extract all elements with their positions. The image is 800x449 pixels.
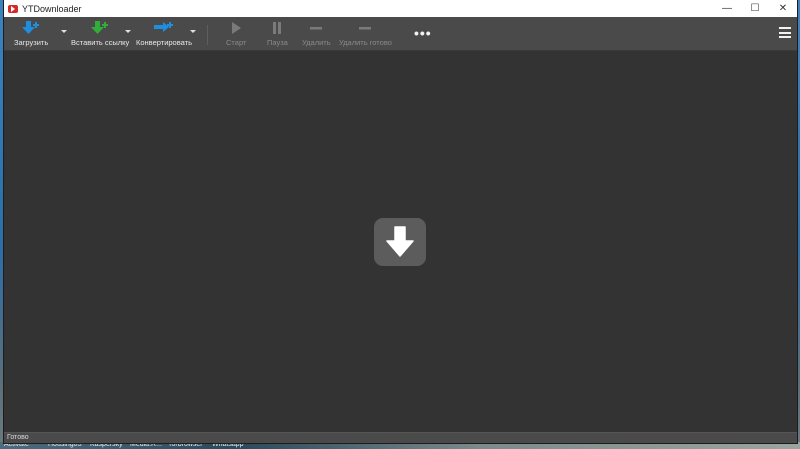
downloads-area[interactable]: [4, 51, 797, 433]
download-button[interactable]: Загрузить: [14, 20, 48, 47]
minus-icon: [357, 20, 373, 36]
minus-icon: [308, 20, 324, 36]
play-icon: [229, 20, 243, 36]
title-bar[interactable]: YTDownloader — ☐ ✕: [4, 0, 797, 17]
drop-target[interactable]: [374, 218, 426, 266]
pause-button[interactable]: Пауза: [267, 20, 288, 47]
toolbar-divider: [207, 25, 208, 45]
app-window: YTDownloader — ☐ ✕ Загрузить Вставить сс…: [4, 0, 797, 443]
download-dropdown-chevron-icon[interactable]: [61, 30, 67, 33]
status-bar: Готово: [4, 432, 797, 443]
download-button-label: Загрузить: [14, 38, 49, 47]
window-controls: — ☐ ✕: [713, 0, 797, 17]
paste-link-dropdown-chevron-icon[interactable]: [125, 30, 131, 33]
start-button[interactable]: Старт: [226, 20, 246, 47]
pause-icon: [270, 20, 284, 36]
convert-button[interactable]: Конвертировать: [136, 20, 192, 47]
paste-link-button-label: Вставить ссылку: [71, 38, 130, 47]
convert-dropdown-chevron-icon[interactable]: [190, 30, 196, 33]
delete-done-button[interactable]: Удалить готово: [339, 20, 392, 47]
convert-icon: [152, 20, 176, 36]
maximize-button[interactable]: ☐: [741, 0, 769, 17]
start-button-label: Старт: [226, 38, 247, 47]
toolbar: Загрузить Вставить ссылку Конвертировать…: [4, 17, 797, 51]
download-arrow-icon: [386, 226, 414, 257]
taskbar: Activate Housing05 Kaspersky Media.R... …: [0, 441, 800, 449]
paste-link-button[interactable]: Вставить ссылку: [71, 20, 129, 47]
pause-button-label: Пауза: [267, 38, 288, 47]
delete-button[interactable]: Удалить: [302, 20, 331, 47]
youtube-app-icon: [8, 4, 18, 13]
window-title: YTDownloader: [22, 3, 82, 14]
status-text: Готово: [7, 434, 29, 441]
minimize-button[interactable]: —: [713, 0, 741, 17]
delete-button-label: Удалить: [302, 38, 331, 47]
delete-done-button-label: Удалить готово: [339, 38, 392, 47]
hamburger-menu-icon[interactable]: [779, 27, 791, 38]
convert-button-label: Конвертировать: [136, 38, 192, 47]
paste-link-icon: [89, 20, 111, 36]
more-dots-icon[interactable]: •••: [414, 26, 432, 40]
download-plus-icon: [20, 20, 42, 36]
close-button[interactable]: ✕: [769, 0, 797, 17]
